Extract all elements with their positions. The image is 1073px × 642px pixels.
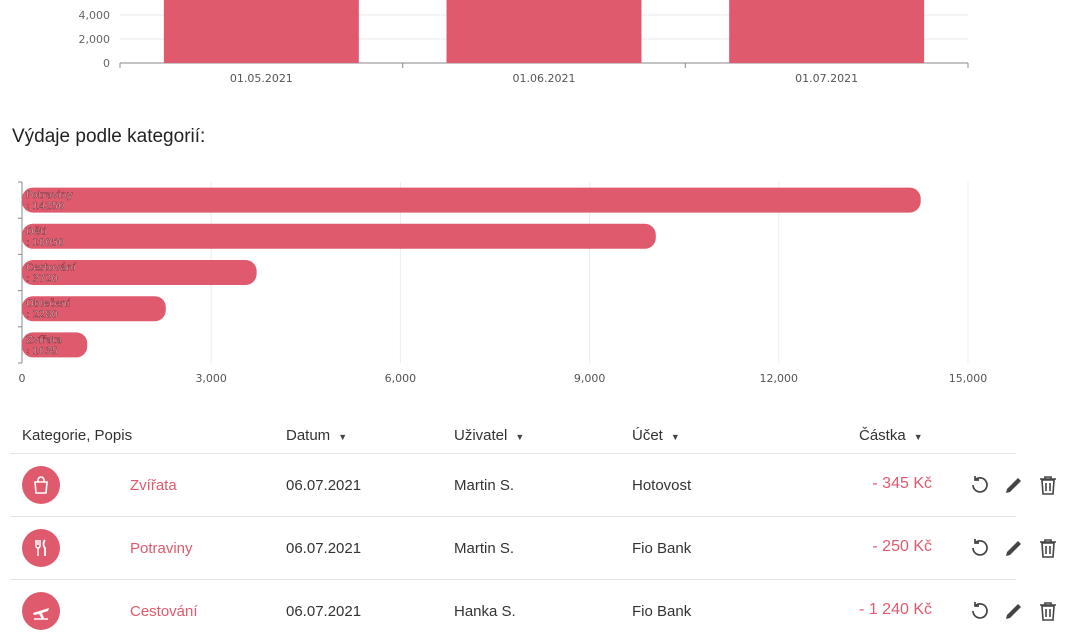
repeat-icon[interactable] xyxy=(968,536,992,560)
amount-cell: - 345 Kč xyxy=(872,475,932,492)
section-title: Výdaje podle kategorií: xyxy=(12,126,206,147)
bar-category-label: Děti xyxy=(26,225,47,237)
x-tick-label: 12,000 xyxy=(760,372,799,385)
delete-icon[interactable] xyxy=(1036,536,1060,560)
edit-icon[interactable] xyxy=(1002,599,1026,623)
x-tick-label: 01.06.2021 xyxy=(513,72,576,85)
date-cell: 06.07.2021 xyxy=(286,603,362,620)
bar-value-label: : 1035 xyxy=(26,346,58,357)
bar-value-label: : 10050 xyxy=(26,237,64,248)
user-cell: Hanka S. xyxy=(454,603,516,620)
sort-down-icon: ▼ xyxy=(913,431,923,442)
shopping-bag-icon xyxy=(22,466,60,504)
x-tick-label: 01.07.2021 xyxy=(795,72,858,85)
monthly-expense-chart: 0 2,000 4,000 01.05.2021 01.06.2021 01.07.202… xyxy=(79,0,969,85)
table-row[interactable]: Zvířata 06.07.2021 Martin S. Hotovost - … xyxy=(10,454,1056,517)
header-date-sort[interactable]: Datum ▼ xyxy=(286,427,347,444)
x-tick-label: 0 xyxy=(19,372,26,385)
account-cell: Fio Bank xyxy=(632,603,692,620)
bar-value-label: : 3720 xyxy=(26,274,58,285)
edit-icon[interactable] xyxy=(1002,473,1026,497)
user-cell: Martin S. xyxy=(454,540,515,557)
bar-value-label: : 14250 xyxy=(26,201,64,212)
fork-knife-icon xyxy=(22,529,60,567)
delete-icon[interactable] xyxy=(1036,473,1060,497)
amount-cell: - 250 Kč xyxy=(872,538,932,555)
date-cell: 06.07.2021 xyxy=(286,540,362,557)
repeat-icon[interactable] xyxy=(968,473,992,497)
y-tick-label: 2,000 xyxy=(79,33,111,46)
y-tick-label: 4,000 xyxy=(79,9,111,22)
header-account-sort[interactable]: Účet ▼ xyxy=(632,427,680,444)
airplane-icon xyxy=(22,592,60,630)
bar xyxy=(22,187,921,213)
header-user-sort[interactable]: Uživatel ▼ xyxy=(454,427,524,444)
delete-icon[interactable] xyxy=(1036,599,1060,623)
sort-down-icon: ▼ xyxy=(515,431,525,442)
account-cell: Hotovost xyxy=(632,477,692,494)
category-link[interactable]: Cestování xyxy=(130,603,198,620)
bar-category-label: Potraviny xyxy=(26,190,73,201)
sort-down-icon: ▼ xyxy=(670,431,680,442)
sort-down-icon: ▼ xyxy=(338,431,348,442)
category-expense-chart: 0 3,000 6,000 9,000 12,000 15,000Potraviny: 1… xyxy=(18,181,988,385)
header-category: Kategorie, Popis xyxy=(22,427,133,444)
table-row[interactable]: Cestování 06.07.2021 Hanka S. Fio Bank -… xyxy=(10,580,1056,642)
bar xyxy=(22,223,656,249)
x-tick-label: 9,000 xyxy=(574,372,606,385)
x-tick-label: 01.05.2021 xyxy=(230,72,293,85)
header-amount-sort[interactable]: Částka ▼ xyxy=(859,427,923,444)
amount-cell: - 1 240 Kč xyxy=(859,601,932,618)
user-cell: Martin S. xyxy=(454,477,515,494)
table-header: Kategorie, Popis Datum ▼ Uživatel ▼ Účet… xyxy=(10,420,1016,454)
x-tick-label: 3,000 xyxy=(195,372,227,385)
bar xyxy=(729,0,925,63)
bar-value-label: : 2280 xyxy=(26,310,58,321)
category-link[interactable]: Zvířata xyxy=(130,477,177,494)
x-tick-label: 15,000 xyxy=(949,372,988,385)
category-link[interactable]: Potraviny xyxy=(130,540,193,557)
bar-category-label: Cestování xyxy=(26,262,77,274)
date-cell: 06.07.2021 xyxy=(286,477,362,494)
edit-icon[interactable] xyxy=(1002,536,1026,560)
x-tick-label: 6,000 xyxy=(385,372,417,385)
table-row[interactable]: Potraviny 06.07.2021 Martin S. Fio Bank … xyxy=(10,517,1056,580)
bar xyxy=(163,0,359,63)
repeat-icon[interactable] xyxy=(968,599,992,623)
y-tick-label: 0 xyxy=(103,57,110,70)
bar-category-label: Zvířata xyxy=(26,334,62,346)
bar xyxy=(446,0,642,63)
account-cell: Fio Bank xyxy=(632,540,692,557)
bar-category-label: Oblečení xyxy=(26,298,71,310)
